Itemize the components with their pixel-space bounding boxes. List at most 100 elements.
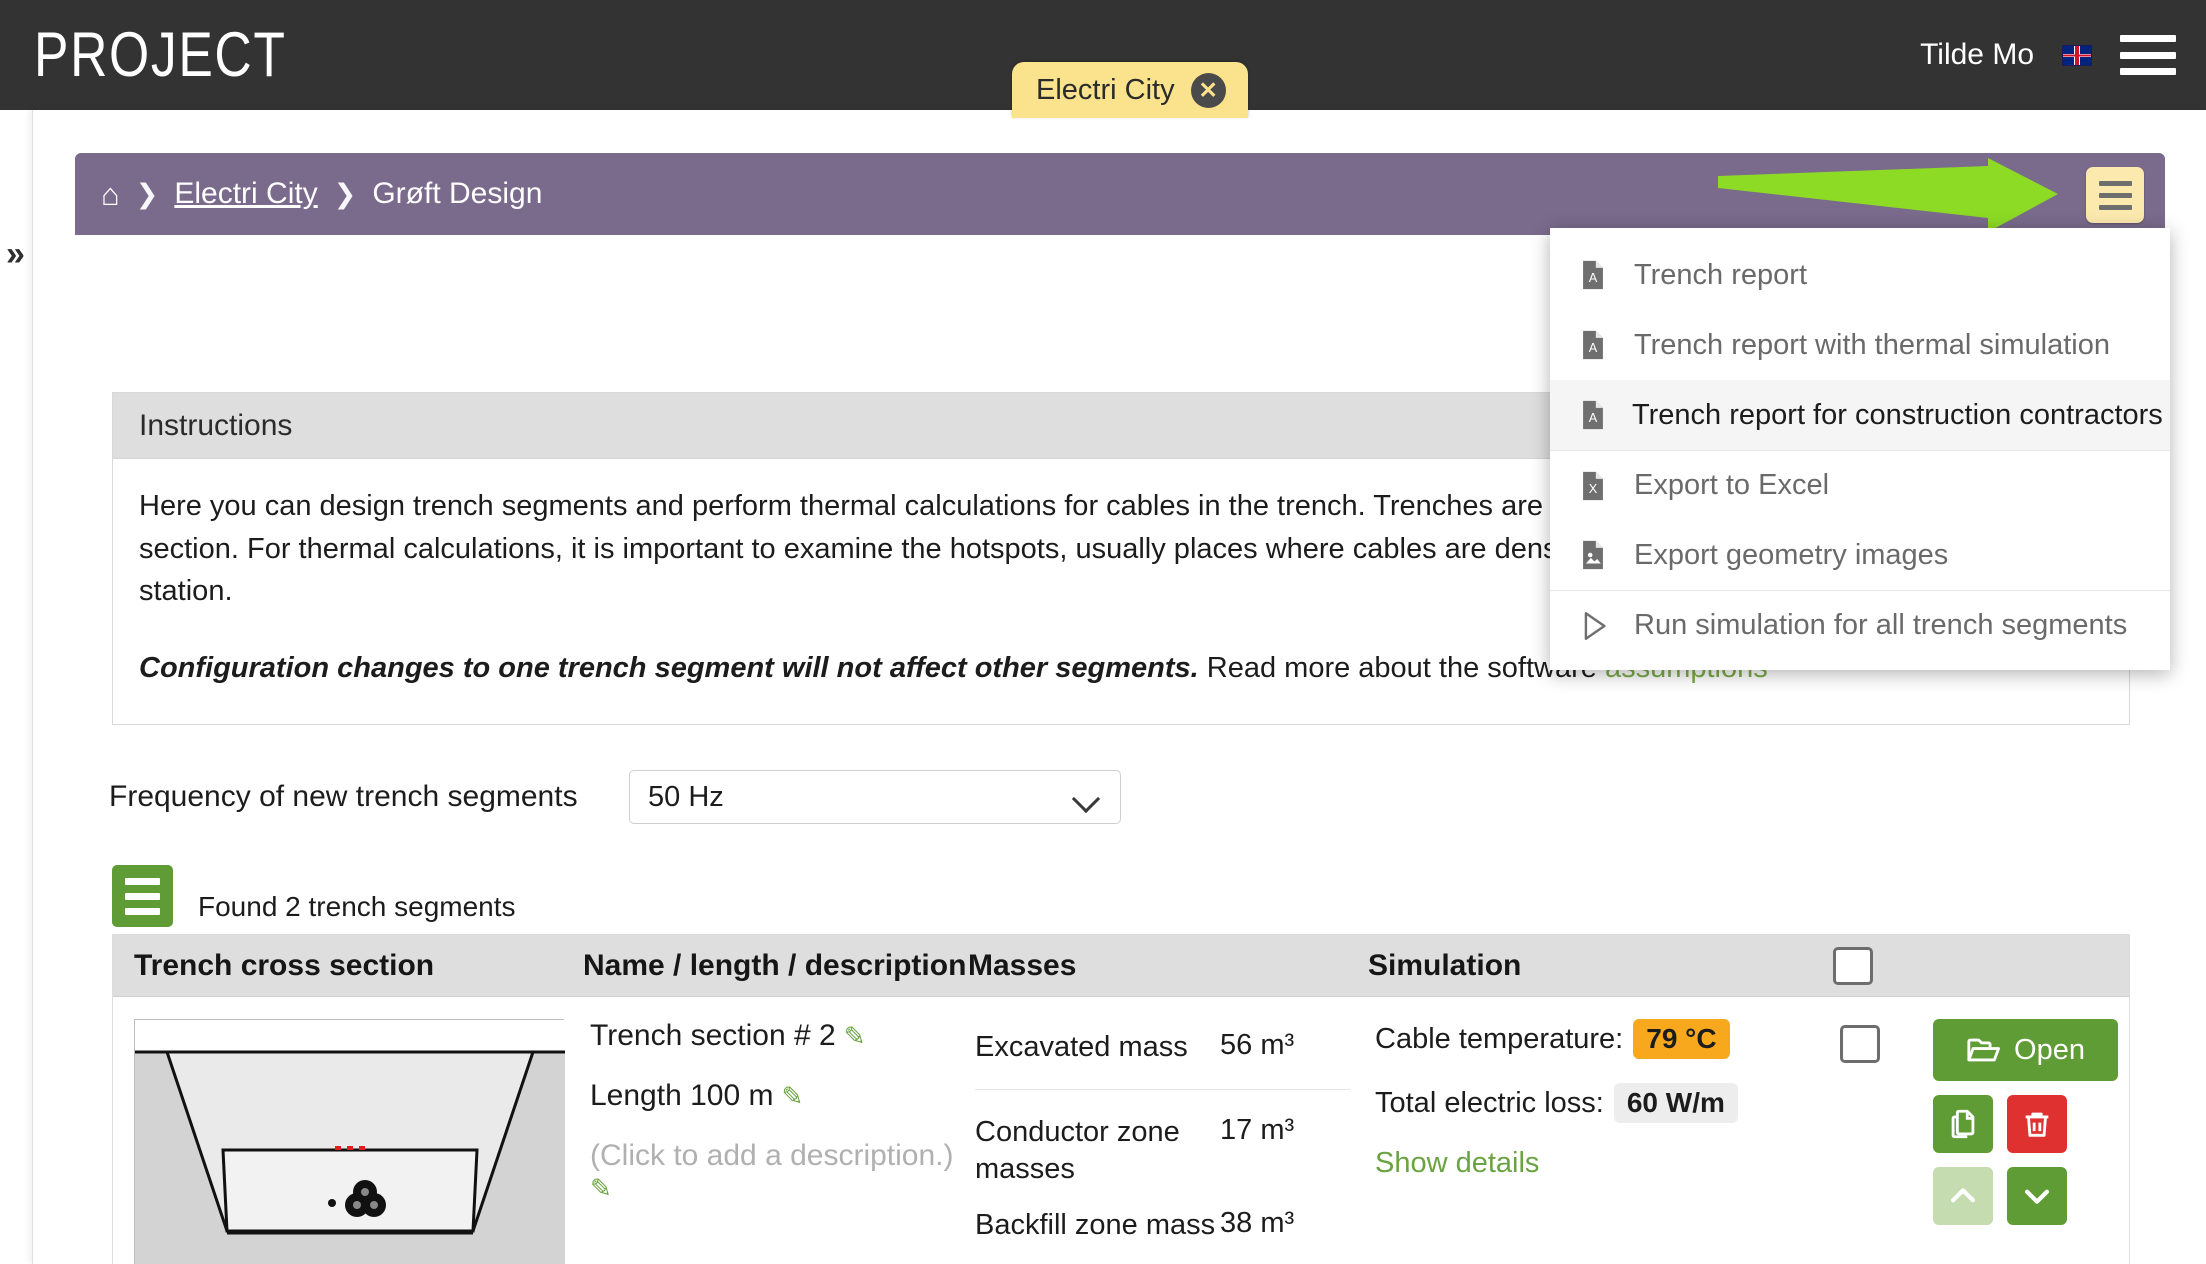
pencil-icon[interactable]: ✎ <box>781 1081 803 1112</box>
play-icon <box>1576 609 1612 643</box>
trench-cross-section-drawing <box>135 1020 565 1264</box>
dropdown-item-export-to-excel[interactable]: X Export to Excel <box>1550 450 2170 520</box>
svg-text:X: X <box>1589 481 1598 496</box>
mass-row-backfill-zone: Backfill zone mass 38 m³ <box>975 1197 1350 1253</box>
segment-length-row: Length 100 m ✎ <box>590 1079 975 1113</box>
copy-button[interactable] <box>1933 1095 1993 1153</box>
segment-name: Trench section # 2 <box>590 1019 836 1053</box>
row-select-checkbox[interactable] <box>1840 1025 1880 1063</box>
electric-loss-badge: 60 W/m <box>1614 1083 1738 1123</box>
open-button[interactable]: Open <box>1933 1019 2118 1081</box>
breadcrumb-item-groft-design: Grøft Design <box>372 177 542 211</box>
dropdown-item-label: Export to Excel <box>1634 469 1829 502</box>
masses-table: Excavated mass 56 m³ Conductor zone mass… <box>975 1019 1350 1253</box>
image-file-icon <box>1576 538 1612 572</box>
home-icon[interactable]: ⌂ <box>101 179 120 210</box>
column-header-cross-section: Trench cross section <box>113 949 583 983</box>
cable-temperature-label: Cable temperature: <box>1375 1023 1623 1056</box>
column-header-simulation: Simulation <box>1368 949 1798 983</box>
select-all-checkbox[interactable] <box>1833 947 1873 985</box>
project-tab-electri-city[interactable]: Electri City ✕ <box>1012 62 1248 118</box>
mass-value: 38 m³ <box>1220 1207 1340 1240</box>
svg-text:A: A <box>1589 410 1598 425</box>
move-down-button[interactable] <box>2007 1167 2067 1225</box>
breadcrumb-bar: ⌂ ❯ Electri City ❯ Grøft Design <box>75 153 2165 235</box>
dropdown-item-label: Trench report with thermal simulation <box>1634 329 2110 362</box>
row-actions-cell: Open <box>1915 1019 2129 1225</box>
app-brand-logo: PROJECT <box>34 19 287 91</box>
segment-name-row: Trench section # 2 ✎ <box>590 1019 975 1053</box>
trench-list-menu-button[interactable] <box>112 865 173 927</box>
hamburger-menu-icon[interactable] <box>2120 35 2176 75</box>
delete-button[interactable] <box>2007 1095 2067 1153</box>
breadcrumb-separator-1: ❯ <box>136 179 159 210</box>
found-segments-label: Found 2 trench segments <box>198 891 516 923</box>
dropdown-item-run-simulation-for-all-trench-segments[interactable]: Run simulation for all trench segments <box>1550 590 2170 660</box>
pencil-icon[interactable]: ✎ <box>844 1021 866 1052</box>
breadcrumb-item-electri-city[interactable]: Electri City <box>174 177 317 211</box>
segment-name-cell: Trench section # 2 ✎ Length 100 m ✎ (Cli… <box>590 1019 975 1204</box>
instructions-bold-note: Configuration changes to one trench segm… <box>139 652 1199 684</box>
dropdown-item-export-geometry-images[interactable]: Export geometry images <box>1550 520 2170 590</box>
mass-label: Backfill zone mass <box>975 1207 1220 1243</box>
dropdown-item-trench-report-for-construction-contractors[interactable]: A Trench report for construction contract… <box>1550 380 2170 450</box>
chevron-double-right-icon[interactable]: » <box>6 235 23 274</box>
show-details-link[interactable]: Show details <box>1375 1147 1805 1180</box>
chevron-up-icon <box>1946 1179 1980 1213</box>
mass-label: Excavated mass <box>975 1029 1220 1065</box>
segment-description-placeholder[interactable]: (Click to add a description.) <box>590 1139 975 1173</box>
breadcrumb: ⌂ ❯ Electri City ❯ Grøft Design <box>101 177 542 211</box>
chevron-down-icon <box>1074 789 1100 805</box>
masses-cell: Excavated mass 56 m³ Conductor zone mass… <box>975 1019 1375 1253</box>
segment-description-row: (Click to add a description.) ✎ <box>590 1139 975 1204</box>
svg-text:A: A <box>1589 270 1598 285</box>
excel-file-icon: X <box>1576 469 1612 503</box>
export-actions-dropdown: A Trench report A Trench report with therma… <box>1550 228 2170 670</box>
trench-cross-section-thumbnail[interactable] <box>134 1019 564 1264</box>
table-header-row: Trench cross section Name / length / des… <box>113 935 2129 997</box>
move-up-button[interactable] <box>1933 1167 1993 1225</box>
pencil-icon[interactable]: ✎ <box>590 1173 612 1204</box>
dropdown-item-label: Trench report <box>1634 259 1807 292</box>
uk-flag-icon[interactable] <box>2062 45 2092 66</box>
mass-label: Conductor zone masses <box>975 1114 1220 1187</box>
electric-loss-label: Total electric loss: <box>1375 1087 1604 1120</box>
select-all-checkbox-cell <box>1798 947 1908 985</box>
frequency-select[interactable]: 50 Hz <box>629 770 1121 824</box>
frequency-selected-value: 50 Hz <box>648 781 724 814</box>
mass-row-conductor-zone: Conductor zone masses 17 m³ <box>975 1089 1350 1197</box>
dropdown-item-label: Trench report for construction contracto… <box>1632 399 2163 432</box>
simulation-cell: Cable temperature: 79 °C Total electric … <box>1375 1019 1805 1180</box>
mass-value: 17 m³ <box>1220 1114 1340 1147</box>
dropdown-item-trench-report[interactable]: A Trench report <box>1550 240 2170 310</box>
cable-temperature-row: Cable temperature: 79 °C <box>1375 1019 1805 1059</box>
mass-value: 56 m³ <box>1220 1029 1340 1062</box>
top-bar-right-group: Tilde Mo <box>1920 0 2176 110</box>
electric-loss-row: Total electric loss: 60 W/m <box>1375 1083 1805 1123</box>
chevron-down-icon <box>2020 1179 2054 1213</box>
trench-segments-table: Trench cross section Name / length / des… <box>112 934 2130 1264</box>
open-button-label: Open <box>2014 1034 2085 1067</box>
status-badge: 79 °C <box>1633 1019 1729 1059</box>
segment-length: Length 100 m <box>590 1079 773 1113</box>
row-checkbox-cell <box>1805 1019 1915 1063</box>
tab-label: Electri City <box>1036 74 1175 107</box>
table-row: Trench section # 2 ✎ Length 100 m ✎ (Cli… <box>113 997 2129 1264</box>
folder-open-icon <box>1966 1033 2000 1067</box>
column-header-masses: Masses <box>968 949 1368 983</box>
instructions-read-more-text: Read more about the software <box>1199 652 1605 684</box>
row-actions-group: Open <box>1933 1019 2129 1225</box>
mass-row-excavated: Excavated mass 56 m³ <box>975 1019 1350 1075</box>
copy-icon <box>1946 1107 1980 1141</box>
svg-text:A: A <box>1589 340 1598 355</box>
trash-icon <box>2020 1107 2054 1141</box>
breadcrumb-actions-menu-button[interactable] <box>2086 167 2144 223</box>
close-icon[interactable]: ✕ <box>1191 73 1226 108</box>
frequency-row: Frequency of new trench segments 50 Hz <box>109 770 1121 824</box>
pdf-file-icon: A <box>1576 398 1610 432</box>
dropdown-item-trench-report-with-thermal-simulation[interactable]: A Trench report with thermal simulation <box>1550 310 2170 380</box>
row-actions-secondary <box>1933 1095 2067 1153</box>
pdf-file-icon: A <box>1576 258 1612 292</box>
user-name-label[interactable]: Tilde Mo <box>1920 38 2034 72</box>
column-header-name-length-description: Name / length / description <box>583 949 968 983</box>
